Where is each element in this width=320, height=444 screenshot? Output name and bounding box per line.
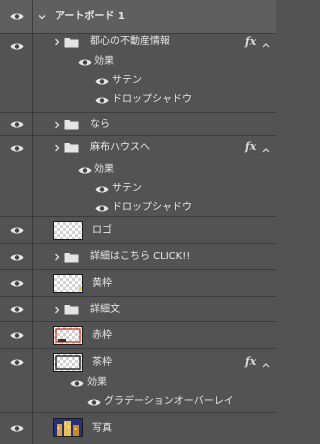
artboard-name: アートボード 1 [55, 11, 125, 22]
layer-name: 麻布ハウスへ [90, 142, 150, 153]
layer-group-nara[interactable]: なら [0, 113, 276, 136]
effect-eye-icon[interactable] [87, 398, 101, 407]
eye-icon[interactable] [10, 12, 24, 21]
visibility-column [0, 217, 33, 243]
effect-drop-shadow: ドロップシャドウ [112, 202, 192, 213]
effects-header: 効果 [94, 56, 114, 67]
eye-icon[interactable] [10, 120, 24, 129]
eye-icon[interactable] [10, 42, 24, 51]
effects-eye-icon[interactable] [70, 379, 84, 388]
layer-group-toshin[interactable]: 都心の不動産情報 fx 効果 サテン ドロップシャドウ [0, 34, 276, 113]
layer-group-azabu[interactable]: 麻布ハウスへ fx 効果 サテン ドロップシャドウ [0, 136, 276, 217]
layer-thumbnail [53, 326, 83, 345]
effect-eye-icon[interactable] [95, 204, 109, 213]
layer-name: 写真 [92, 423, 112, 434]
folder-icon [64, 119, 79, 130]
layer-yellow-frame[interactable]: 黄枠 [0, 270, 276, 297]
chevron-right-icon[interactable] [53, 144, 61, 152]
eye-icon[interactable] [10, 144, 24, 153]
layer-photo[interactable]: 写真 [0, 413, 276, 444]
eye-icon[interactable] [10, 305, 24, 314]
layer-name: ロゴ [92, 225, 112, 236]
visibility-column [0, 0, 33, 33]
chevron-right-icon[interactable] [53, 38, 61, 46]
folder-icon [64, 142, 79, 153]
visibility-column [0, 113, 33, 135]
effects-header: 効果 [94, 164, 114, 175]
folder-icon [64, 252, 79, 263]
layer-thumbnail [53, 274, 83, 293]
layer-name: なら [90, 119, 110, 130]
visibility-column [0, 244, 33, 269]
fx-badge[interactable]: fx [245, 141, 256, 153]
effect-drop-shadow: ドロップシャドウ [112, 94, 192, 105]
visibility-column [0, 136, 33, 216]
layer-name: 黄枠 [92, 278, 112, 289]
layer-name: 都心の不動産情報 [90, 36, 170, 47]
folder-icon [64, 304, 79, 315]
layer-name: 赤枠 [92, 330, 112, 341]
visibility-column [0, 270, 33, 296]
eye-icon[interactable] [10, 226, 24, 235]
layer-photo-thumbnail [53, 418, 83, 437]
effect-eye-icon[interactable] [95, 96, 109, 105]
fx-badge[interactable]: fx [245, 356, 256, 368]
layer-name: 詳細文 [90, 304, 120, 315]
chevron-right-icon[interactable] [53, 121, 61, 129]
folder-icon [64, 37, 79, 48]
eye-icon[interactable] [10, 331, 24, 340]
layer-red-frame[interactable]: 赤枠 [0, 322, 276, 349]
eye-icon[interactable] [10, 279, 24, 288]
layer-brown-frame[interactable]: 茶枠 fx 効果 グラデーションオーバーレイ [0, 349, 276, 413]
visibility-column [0, 34, 33, 112]
eye-icon[interactable] [10, 358, 24, 367]
effects-eye-icon[interactable] [78, 58, 92, 67]
layer-logo[interactable]: ロゴ [0, 217, 276, 244]
eye-icon[interactable] [10, 253, 24, 262]
chevron-right-icon[interactable] [53, 253, 61, 261]
fx-badge[interactable]: fx [245, 36, 256, 48]
chevron-right-icon[interactable] [53, 306, 61, 314]
layer-thumbnail [53, 353, 83, 372]
effects-header: 効果 [87, 377, 107, 388]
effects-eye-icon[interactable] [78, 166, 92, 175]
effect-satin: サテン [112, 183, 142, 194]
layer-name: 詳細はこちら CLICK!! [90, 251, 191, 262]
chevron-up-icon[interactable] [262, 145, 270, 153]
layer-group-details-click[interactable]: 詳細はこちら CLICK!! [0, 244, 276, 270]
layer-name: 茶枠 [92, 357, 112, 368]
visibility-column [0, 413, 33, 444]
effect-gradient-overlay: グラデーションオーバーレイ [104, 396, 234, 407]
visibility-column [0, 322, 33, 348]
artboard-row[interactable]: アートボード 1 [0, 0, 276, 34]
effect-satin: サテン [112, 75, 142, 86]
effect-eye-icon[interactable] [95, 77, 109, 86]
chevron-down-icon[interactable] [38, 13, 46, 21]
chevron-up-icon[interactable] [262, 360, 270, 368]
layers-panel: アートボード 1 都心の不動産情報 fx 効果 サテン ドロップシャドウ なら … [0, 0, 276, 444]
visibility-column [0, 297, 33, 321]
chevron-up-icon[interactable] [262, 40, 270, 48]
layer-group-details-text[interactable]: 詳細文 [0, 297, 276, 322]
layer-thumbnail [53, 221, 83, 240]
eye-icon[interactable] [10, 424, 24, 433]
effect-eye-icon[interactable] [95, 185, 109, 194]
visibility-column [0, 349, 33, 412]
